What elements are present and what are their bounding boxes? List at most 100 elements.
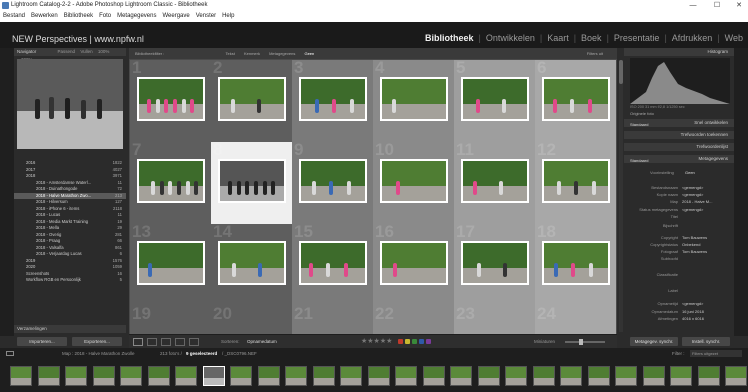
filmstrip-thumbnail[interactable]	[642, 366, 665, 386]
grid-cell[interactable]: 5	[454, 58, 535, 142]
filmstrip-thumbnail[interactable]	[120, 366, 142, 386]
filmstrip-thumbnail[interactable]	[10, 366, 32, 386]
grid-cell[interactable]: 21	[292, 304, 373, 334]
grid-cell[interactable]: 8	[211, 140, 292, 224]
preset-value[interactable]: Geen	[685, 170, 695, 175]
filter-tab-metadata[interactable]: Metagegevens	[269, 51, 295, 56]
filmstrip-thumbnail[interactable]	[257, 366, 280, 386]
photo-thumbnail[interactable]	[542, 241, 610, 285]
filter-dropdown[interactable]: Filters uitgezet	[690, 350, 742, 357]
slider-handle[interactable]	[579, 339, 583, 345]
grid-cell[interactable]: 2	[211, 58, 292, 142]
zoom-100[interactable]: 100%	[98, 49, 110, 54]
compare-view-icon[interactable]	[161, 338, 171, 346]
keyword-list-header[interactable]: Trefwoordenlijst	[624, 143, 734, 151]
filmstrip-thumbnail[interactable]	[395, 366, 417, 386]
module-ontwikkelen[interactable]: Ontwikkelen	[486, 33, 535, 43]
survey-view-icon[interactable]	[175, 338, 185, 346]
second-window-icon[interactable]	[6, 351, 14, 356]
filmstrip-thumbnail[interactable]	[202, 366, 225, 386]
grid-cell[interactable]: 13	[130, 222, 211, 306]
menu-bewerken[interactable]: Bewerken	[31, 13, 58, 19]
collections-header[interactable]: Verzamelingen	[14, 325, 126, 333]
saved-preset-dropdown[interactable]: Standaard	[630, 122, 648, 127]
photo-thumbnail[interactable]	[542, 77, 610, 121]
grid-cell[interactable]: 1	[130, 58, 211, 142]
filmstrip-thumbnail[interactable]	[615, 366, 637, 386]
filter-tab-attribute[interactable]: Kenmerk	[244, 51, 260, 56]
grid-cell[interactable]: 24	[535, 304, 616, 334]
filmstrip-thumbnail[interactable]	[450, 366, 472, 386]
minimize-icon[interactable]: —	[686, 0, 700, 11]
close-icon[interactable]: ✕	[732, 0, 746, 11]
sync-metadata-button[interactable]: Metagegev. synchr.	[630, 337, 678, 346]
menu-metagegevens[interactable]: Metagegevens	[117, 13, 156, 19]
thumbnail-size-slider[interactable]	[565, 339, 605, 345]
menu-bestand[interactable]: Bestand	[3, 13, 25, 19]
zoom-fill[interactable]: Vullen	[80, 49, 92, 54]
color-label-green[interactable]	[412, 339, 417, 344]
filmstrip-thumbnail[interactable]	[725, 366, 747, 386]
menu-venster[interactable]: Venster	[196, 13, 216, 19]
grid-scrollbar[interactable]	[619, 60, 623, 332]
photo-thumbnail[interactable]	[380, 77, 448, 121]
module-bibliotheek[interactable]: Bibliotheek	[425, 33, 474, 43]
module-boek[interactable]: Boek	[581, 33, 602, 43]
maximize-icon[interactable]: ☐	[710, 0, 724, 11]
color-label-yellow[interactable]	[405, 339, 410, 344]
filmstrip-thumbnail[interactable]	[312, 366, 335, 386]
filter-preset[interactable]: Filters uit	[587, 48, 603, 59]
filmstrip-thumbnail[interactable]	[505, 366, 527, 386]
metadata-value[interactable]: 2018 - Halve M...	[682, 198, 712, 206]
photo-thumbnail[interactable]	[218, 241, 286, 285]
photo-thumbnail[interactable]	[461, 159, 529, 203]
metadata-preset-dropdown[interactable]: Standaard	[630, 158, 648, 163]
grid-cell[interactable]: 23	[454, 304, 535, 334]
sort-dropdown[interactable]: Opnamedatum	[247, 339, 277, 344]
module-afdrukken[interactable]: Afdrukken	[672, 33, 713, 43]
photo-thumbnail[interactable]	[380, 241, 448, 285]
color-label-purple[interactable]	[426, 339, 431, 344]
grid-cell[interactable]: 6	[535, 58, 616, 142]
filmstrip-thumbnail[interactable]	[697, 366, 720, 386]
source-path[interactable]: Map : 2018 - Halve Marathon Zwolle	[62, 348, 135, 359]
navigator-header[interactable]: Navigator Passend Vullen 100% 300%	[14, 48, 126, 62]
left-panel-edge[interactable]	[0, 48, 14, 336]
grid-cell[interactable]: 17	[454, 222, 535, 306]
grid-cell[interactable]: 9	[292, 140, 373, 224]
photo-thumbnail[interactable]	[299, 159, 367, 203]
filmstrip-thumbnail[interactable]	[175, 366, 197, 386]
filmstrip-thumbnail[interactable]	[92, 366, 115, 386]
grid-cell[interactable]: 22	[373, 304, 454, 334]
filmstrip-thumbnail[interactable]	[422, 366, 445, 386]
grid-view-icon[interactable]	[133, 338, 143, 346]
grid-cell[interactable]: 16	[373, 222, 454, 306]
photo-thumbnail[interactable]	[218, 77, 286, 121]
zoom-fit[interactable]: Passend	[58, 49, 76, 54]
grid-cell[interactable]: 18	[535, 222, 616, 306]
scroll-thumb[interactable]	[619, 60, 623, 84]
photo-thumbnail[interactable]	[137, 241, 205, 285]
menu-help[interactable]: Help	[222, 13, 234, 19]
filmstrip-thumbnail[interactable]	[532, 366, 555, 386]
filmstrip-thumbnail[interactable]	[670, 366, 692, 386]
photo-thumbnail[interactable]	[380, 159, 448, 203]
folder-item[interactable]: Workflow RGB en Persoonlijk 5	[14, 277, 126, 284]
keywording-header[interactable]: Trefwoorden toekennen	[624, 131, 734, 139]
metadata-value[interactable]: <gemengd>	[682, 300, 703, 308]
photo-thumbnail[interactable]	[218, 159, 286, 203]
grid-cell[interactable]: 10	[373, 140, 454, 224]
filmstrip-thumbnail[interactable]	[65, 366, 87, 386]
filmstrip-thumbnail[interactable]	[367, 366, 390, 386]
filmstrip-thumbnail[interactable]	[477, 366, 500, 386]
grid-cell[interactable]: 3	[292, 58, 373, 142]
photo-thumbnail[interactable]	[137, 77, 205, 121]
filmstrip-thumbnail[interactable]	[37, 366, 60, 386]
filmstrip-thumbnail[interactable]	[340, 366, 362, 386]
filter-tab-text[interactable]: Tekst	[225, 51, 234, 56]
filmstrip-thumbnail[interactable]	[147, 366, 170, 386]
module-web[interactable]: Web	[725, 33, 743, 43]
grid-cell[interactable]: 14	[211, 222, 292, 306]
people-view-icon[interactable]	[189, 338, 199, 346]
module-kaart[interactable]: Kaart	[547, 33, 569, 43]
